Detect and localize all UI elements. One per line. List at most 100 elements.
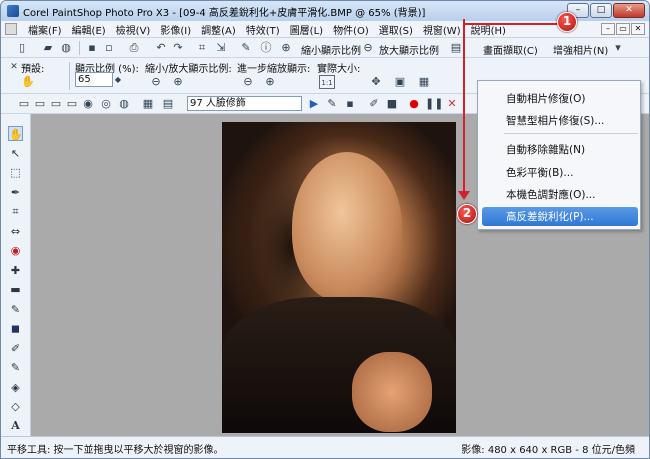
eraser-tool-icon[interactable]: ◇ bbox=[8, 399, 23, 414]
doc-close-button[interactable]: ✕ bbox=[631, 23, 645, 35]
dodge-tool-icon[interactable]: ◼ bbox=[8, 321, 23, 336]
zoom-out-icon[interactable]: ⊖ bbox=[361, 41, 375, 55]
window-title: Corel PaintShop Photo Pro X3 - [09-4 高反差… bbox=[23, 7, 426, 19]
save-as-icon[interactable]: ▫ bbox=[102, 41, 116, 55]
menu-item-high-pass-sharpen[interactable]: 高反差銳利化(P)... bbox=[506, 209, 594, 224]
toolbar-icon-4[interactable]: ▭ bbox=[65, 97, 79, 111]
script-save-icon[interactable]: ▪ bbox=[343, 97, 357, 111]
smudge-tool-icon[interactable]: ✐ bbox=[8, 341, 23, 356]
maximize-button[interactable]: □ bbox=[590, 3, 612, 18]
doc-restore-button[interactable]: ▭ bbox=[616, 23, 630, 35]
actual-size-label: 實際大小: bbox=[317, 64, 361, 75]
menu-layers[interactable]: 圖層(L) bbox=[285, 22, 328, 37]
doc-minimize-button[interactable]: – bbox=[601, 23, 615, 35]
brush-icon[interactable]: ✐ bbox=[367, 97, 381, 111]
art-brush-icon[interactable]: ✎ bbox=[8, 360, 23, 375]
text-tool-icon[interactable]: A bbox=[8, 418, 23, 433]
makeover-tool-icon[interactable]: ✚ bbox=[8, 263, 23, 278]
menu-view[interactable]: 檢視(V) bbox=[111, 22, 156, 37]
toolbar-icon-2[interactable]: ▭ bbox=[33, 97, 47, 111]
save-icon[interactable]: ▪ bbox=[85, 41, 99, 55]
portrait-image bbox=[222, 122, 456, 433]
palette-icon[interactable]: ◉ bbox=[81, 97, 95, 111]
docs-icon[interactable]: ▤ bbox=[449, 41, 463, 55]
actual-size-icon[interactable]: 1:1 bbox=[319, 75, 335, 89]
red-eye-tool-icon[interactable]: ◉ bbox=[8, 243, 23, 258]
selection-tool-icon[interactable]: ⬚ bbox=[8, 165, 23, 180]
status-bar: 平移工具: 按一下並拖曳以平移大於視窗的影像。 影像: 480 x 640 x … bbox=[1, 436, 649, 458]
script-list-icon[interactable]: ▤ bbox=[161, 97, 175, 111]
script-select[interactable]: 97 人臉修飾 bbox=[187, 96, 302, 111]
info-icon[interactable]: ⓘ bbox=[259, 41, 273, 55]
menu-item-auto-fix[interactable]: 自動相片修復(O) bbox=[506, 91, 585, 106]
zoom-out-label[interactable]: 放大顯示比例 bbox=[379, 42, 439, 57]
new-file-icon[interactable]: ▯ bbox=[15, 41, 29, 55]
globe-icon[interactable]: ◍ bbox=[117, 97, 131, 111]
app-window: Corel PaintShop Photo Pro X3 - [09-4 高反差… bbox=[0, 0, 650, 459]
title-bar: Corel PaintShop Photo Pro X3 - [09-4 高反差… bbox=[1, 1, 649, 21]
undo-icon[interactable]: ↶ bbox=[154, 41, 168, 55]
zoom-in-icon[interactable]: ⊕ bbox=[279, 41, 293, 55]
menu-objects[interactable]: 物件(O) bbox=[328, 22, 374, 37]
grid-icon[interactable]: ▦ bbox=[141, 97, 155, 111]
fit-screen-icon[interactable]: ▦ bbox=[417, 75, 431, 89]
zoom-out-small-icon[interactable]: ⊖ bbox=[149, 75, 163, 89]
menu-selections[interactable]: 選取(S) bbox=[374, 22, 418, 37]
menu-item-smart-fix[interactable]: 智慧型相片修復(S)... bbox=[506, 113, 604, 128]
script-edit-icon[interactable]: ✎ bbox=[325, 97, 339, 111]
menu-effects[interactable]: 特效(T) bbox=[241, 22, 285, 37]
browse-icon[interactable]: ◍ bbox=[59, 41, 73, 55]
stop-icon[interactable]: ■ bbox=[385, 97, 399, 111]
menu-image[interactable]: 影像(I) bbox=[155, 22, 196, 37]
fit-window-icon[interactable]: ▣ bbox=[393, 75, 407, 89]
zoom-ratio-input[interactable]: 65 bbox=[75, 72, 113, 87]
fill-tool-icon[interactable]: ◈ bbox=[8, 380, 23, 395]
chevron-down-icon[interactable]: ▾ bbox=[611, 41, 625, 55]
layers-icon[interactable]: ◎ bbox=[99, 97, 113, 111]
crop-tool-icon[interactable]: ⌗ bbox=[8, 204, 23, 219]
pan-tool-icon[interactable]: ✋ bbox=[8, 126, 23, 141]
callout-badge-1: 1 bbox=[557, 12, 577, 32]
pan-tool-icon[interactable]: ✋ bbox=[21, 75, 35, 89]
zoom-spinner[interactable]: ◆ bbox=[113, 73, 123, 87]
pick-tool-icon[interactable]: ↖ bbox=[8, 146, 23, 161]
menu-item-remove-noise[interactable]: 自動移除雜點(N) bbox=[506, 142, 585, 157]
close-button[interactable]: ✕ bbox=[613, 3, 645, 18]
zoom-in-small-icon[interactable]: ⊕ bbox=[171, 75, 185, 89]
standard-toolbar: ▯ ▰ ◍ ▪ ▫ ⎙ ↶ ↷ ⌗ ⇲ ✎ ⓘ ⊕ 縮小顯示比例 ⊖ 放大顯示比… bbox=[1, 38, 649, 58]
crop-icon[interactable]: ⌗ bbox=[195, 41, 209, 55]
capture-label[interactable]: 畫面擷取(C) bbox=[483, 42, 538, 57]
open-folder-icon[interactable]: ▰ bbox=[41, 41, 55, 55]
toolbar-icon-3[interactable]: ▭ bbox=[49, 97, 63, 111]
print-icon[interactable]: ⎙ bbox=[127, 41, 141, 55]
clone-tool-icon[interactable]: ▬ bbox=[8, 282, 23, 297]
cancel-script-icon[interactable]: ✕ bbox=[445, 97, 459, 111]
callout-arrow-icon bbox=[458, 191, 470, 200]
step-plus-icon[interactable]: ⊕ bbox=[263, 75, 277, 89]
step-zoom-label: 進一步縮放顯示: bbox=[237, 64, 311, 75]
status-image-info: 影像: 480 x 640 x RGB - 8 位元/色頻 bbox=[461, 445, 635, 456]
straighten-tool-icon[interactable]: ⇔ bbox=[8, 224, 23, 239]
fit-move-icon[interactable]: ✥ bbox=[369, 75, 383, 89]
enhance-photo-menu[interactable]: 增強相片(N) bbox=[553, 42, 608, 57]
dropper-tool-icon[interactable]: ✒ bbox=[8, 185, 23, 200]
run-script-icon[interactable]: ▶ bbox=[307, 97, 321, 111]
tools-palette: ✋ ↖ ⬚ ✒ ⌗ ⇔ ◉ ✚ ▬ ✎ ◼ ✐ ✎ ◈ ◇ A bbox=[1, 114, 31, 436]
toolbar-icon-1[interactable]: ▭ bbox=[17, 97, 31, 111]
resize-icon[interactable]: ⇲ bbox=[214, 41, 228, 55]
menu-item-local-tone[interactable]: 本機色調對應(O)... bbox=[506, 187, 595, 202]
menu-adjust[interactable]: 調整(A) bbox=[196, 22, 241, 37]
edit-icon[interactable]: ✎ bbox=[239, 41, 253, 55]
menu-window[interactable]: 視窗(W) bbox=[418, 22, 466, 37]
record-icon[interactable]: ● bbox=[407, 97, 421, 111]
zoom-in-label[interactable]: 縮小顯示比例 bbox=[301, 42, 361, 57]
close-palette-icon[interactable]: ✕ bbox=[7, 60, 21, 74]
document-icon[interactable] bbox=[5, 23, 17, 35]
menu-item-color-balance[interactable]: 色彩平衡(B)... bbox=[506, 165, 573, 180]
menu-edit[interactable]: 編輯(E) bbox=[67, 22, 111, 37]
pause-icon[interactable]: ❚❚ bbox=[425, 97, 443, 111]
redo-icon[interactable]: ↷ bbox=[171, 41, 185, 55]
paint-brush-icon[interactable]: ✎ bbox=[8, 302, 23, 317]
menu-file[interactable]: 檔案(F) bbox=[23, 22, 67, 37]
step-minus-icon[interactable]: ⊖ bbox=[241, 75, 255, 89]
